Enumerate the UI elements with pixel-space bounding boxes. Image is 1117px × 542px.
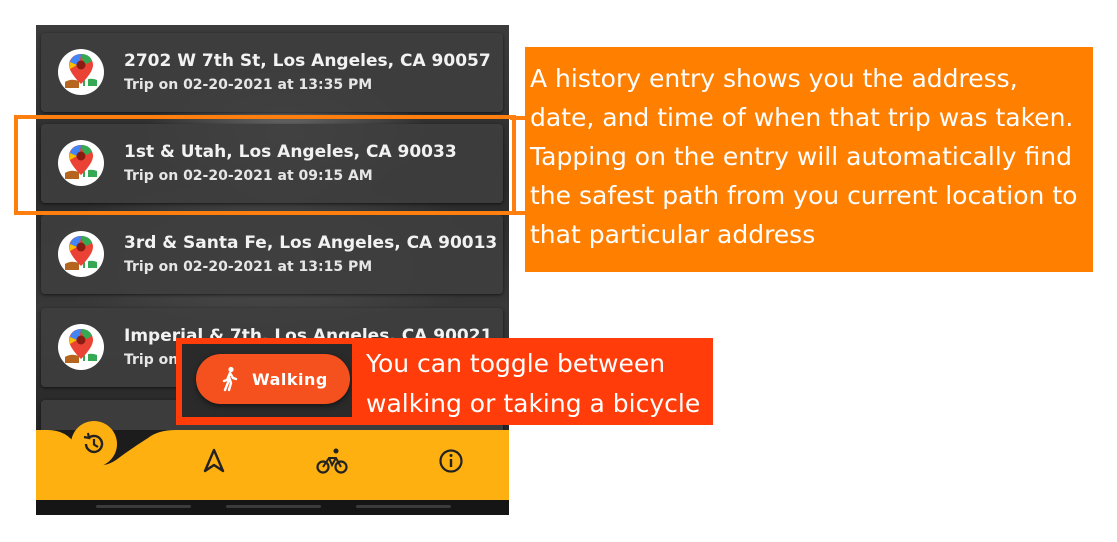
toggle-callout: Walking You can toggle between walking o… — [176, 338, 713, 425]
walking-toggle-button[interactable]: Walking — [196, 354, 350, 404]
map-pin-icon — [57, 48, 105, 96]
nav-history-button[interactable] — [71, 421, 117, 467]
entry-trip-time: Trip on 02-20-2021 at 13:15 PM — [124, 259, 373, 275]
highlight-frame — [14, 115, 516, 215]
history-entry-callout: A history entry shows you the address, d… — [525, 47, 1093, 272]
highlight-connector — [510, 116, 526, 120]
map-pin-icon — [57, 323, 105, 371]
navigation-arrow-icon[interactable] — [202, 448, 226, 474]
system-navigation-bar — [36, 500, 509, 515]
entry-address: 3rd & Santa Fe, Los Angeles, CA 90013 — [124, 233, 498, 253]
history-entry-callout-text: A history entry shows you the address, d… — [530, 64, 1078, 249]
walking-toggle-label: Walking — [252, 370, 328, 389]
entry-address: 2702 W 7th St, Los Angeles, CA 90057 — [124, 51, 491, 71]
map-pin-icon — [57, 230, 105, 278]
phone-screen: 2702 W 7th St, Los Angeles, CA 90057 Tri… — [36, 25, 509, 515]
walk-icon — [222, 366, 238, 392]
history-icon — [83, 432, 104, 454]
bicycle-icon[interactable] — [316, 447, 348, 475]
history-entry[interactable]: 2702 W 7th St, Los Angeles, CA 90057 Tri… — [41, 33, 503, 112]
info-icon[interactable] — [438, 448, 464, 474]
toggle-callout-text: You can toggle between walking or taking… — [366, 344, 700, 424]
history-entry[interactable]: 3rd & Santa Fe, Los Angeles, CA 90013 Tr… — [41, 215, 503, 294]
toggle-callout-line2: walking or taking a bicycle — [366, 389, 701, 418]
highlight-connector — [510, 211, 526, 215]
entry-trip-time: Trip on 02-20-2021 at 13:35 PM — [124, 77, 373, 93]
toggle-callout-line1: You can toggle between — [366, 349, 666, 378]
fab-zoom-frame: Walking — [182, 344, 352, 417]
